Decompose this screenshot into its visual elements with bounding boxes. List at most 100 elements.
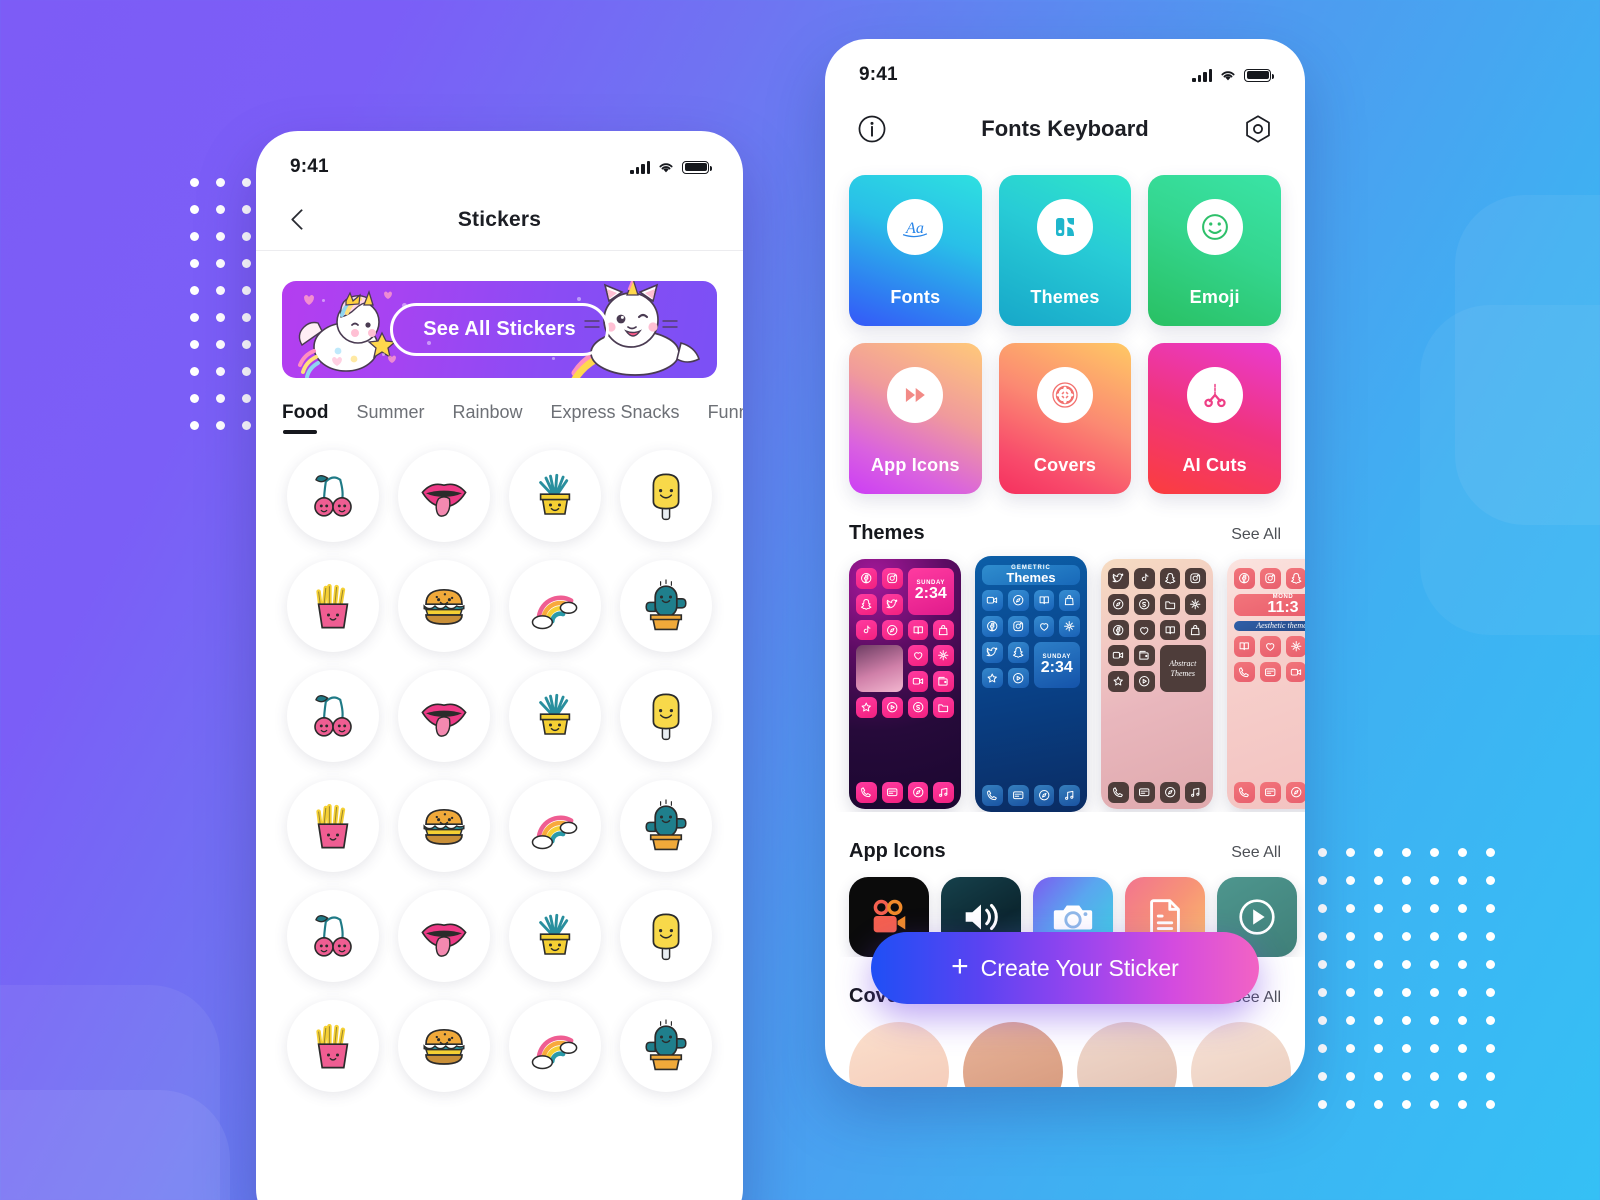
theme-app-icon: [1108, 593, 1129, 615]
cherries-sticker[interactable]: [287, 670, 380, 762]
tab-summer[interactable]: Summer: [356, 402, 424, 433]
tab-funny[interactable]: Funny: [708, 402, 743, 433]
settings-hexagon-icon[interactable]: [1241, 112, 1275, 146]
theme-app-icon: [1259, 661, 1281, 683]
theme-app-icon: [1185, 568, 1206, 589]
sticker-cell: [504, 890, 607, 982]
theme-app-icon: [881, 593, 903, 615]
rainbow-cloud-sticker[interactable]: [508, 1000, 601, 1092]
french-fries-sticker[interactable]: [287, 560, 380, 652]
dot: [1458, 848, 1467, 857]
dot: [216, 286, 225, 295]
theme-card-neon-pink-theme[interactable]: SUNDAY 2:34: [849, 559, 961, 809]
theme-app-icon: [1234, 635, 1255, 657]
status-time: 9:41: [859, 64, 898, 85]
popsicle-sticker[interactable]: [619, 890, 712, 982]
cherries-sticker[interactable]: [287, 890, 380, 982]
french-fries-sticker[interactable]: [287, 780, 380, 872]
sticker-cell: [282, 670, 385, 762]
succulent-plant-sticker[interactable]: [508, 890, 601, 982]
left-nav-bar: Stickers: [256, 189, 743, 251]
theme-app-icon: [856, 593, 877, 615]
themes-carousel[interactable]: SUNDAY 2:34 GEMETRIC Themes SUNDAY 2:34 Abstra…: [825, 545, 1305, 812]
feature-card-app-icons[interactable]: App Icons: [849, 343, 982, 494]
dot: [242, 178, 251, 187]
sticker-cell: [614, 890, 717, 982]
tab-food[interactable]: Food: [282, 402, 328, 434]
see-all-stickers-banner[interactable]: See All Stickers: [282, 281, 717, 378]
dot: [1402, 1044, 1411, 1053]
lips-tongue-sticker[interactable]: [398, 890, 491, 982]
burger-sticker[interactable]: [398, 780, 491, 872]
script-aa-icon: Aa: [887, 199, 944, 255]
theme-app-icon: [856, 619, 877, 641]
dot: [1374, 932, 1383, 941]
feature-card-label: App Icons: [870, 455, 960, 475]
cherries-sticker[interactable]: [287, 450, 380, 542]
cover-thumb[interactable]: [1191, 1022, 1291, 1087]
feature-card-emoji[interactable]: Emoji: [1148, 175, 1281, 326]
dot: [242, 286, 251, 295]
chevron-left-icon[interactable]: [284, 205, 314, 235]
theme-app-icon: [1007, 667, 1029, 689]
tab-rainbow[interactable]: Rainbow: [452, 402, 522, 433]
dot: [1318, 904, 1327, 913]
theme-card-abstract-beige-theme[interactable]: Abstract Themes: [1101, 559, 1213, 809]
dot: [1346, 1072, 1355, 1081]
plus-icon: +: [951, 949, 969, 983]
dot: [1346, 876, 1355, 885]
sticker-cell: [614, 560, 717, 652]
app-icons-section-header: App Icons See All: [825, 840, 1305, 863]
sticker-cell: [504, 450, 607, 542]
theme-app-icon: [907, 671, 929, 692]
create-your-sticker-button[interactable]: + Create Your Sticker: [871, 932, 1259, 1004]
popsicle-sticker[interactable]: [619, 450, 712, 542]
feature-card-label: Fonts: [890, 287, 941, 307]
sticker-cell: [393, 780, 496, 872]
succulent-plant-sticker[interactable]: [508, 450, 601, 542]
cactus-sticker[interactable]: [619, 780, 712, 872]
feature-card-ai-cuts[interactable]: AI Cuts: [1148, 343, 1281, 494]
app-icons-see-all-link[interactable]: See All: [1231, 844, 1281, 862]
cover-thumb[interactable]: [849, 1022, 949, 1087]
burger-sticker[interactable]: [398, 1000, 491, 1092]
burger-sticker[interactable]: [398, 560, 491, 652]
theme-app-icon: [982, 641, 1003, 663]
dot: [1346, 1016, 1355, 1025]
theme-app-icon: [881, 568, 903, 589]
french-fries-sticker[interactable]: [287, 1000, 380, 1092]
succulent-plant-sticker[interactable]: [508, 670, 601, 762]
theme-app-icon: [1007, 641, 1029, 663]
sticker-cell: [393, 890, 496, 982]
cactus-sticker[interactable]: [619, 1000, 712, 1092]
theme-card-geometric-blue-theme[interactable]: GEMETRIC Themes SUNDAY 2:34: [975, 556, 1087, 812]
feature-card-covers[interactable]: Covers: [998, 343, 1132, 494]
see-all-stickers-button[interactable]: See All Stickers: [390, 303, 609, 356]
feature-card-themes[interactable]: Themes: [998, 175, 1132, 326]
info-circle-icon[interactable]: [855, 112, 889, 146]
tab-express-snacks[interactable]: Express Snacks: [551, 402, 680, 433]
theme-dock-icon: [933, 782, 954, 803]
cellular-signal-icon: [630, 160, 650, 174]
feature-card-fonts[interactable]: Aa Fonts: [849, 175, 982, 326]
popsicle-sticker[interactable]: [619, 670, 712, 762]
lips-tongue-sticker[interactable]: [398, 670, 491, 762]
dot: [1402, 1072, 1411, 1081]
lips-tongue-sticker[interactable]: [398, 450, 491, 542]
theme-card-aesthetic-coral-theme[interactable]: MOND 11:3 Aesthetic themes: [1227, 559, 1305, 809]
theme-icon-grid: SUNDAY 2:34: [856, 568, 954, 718]
themes-see-all-link[interactable]: See All: [1231, 526, 1281, 544]
cover-thumb[interactable]: [1077, 1022, 1177, 1087]
rainbow-cloud-sticker[interactable]: [508, 560, 601, 652]
dot: [1318, 960, 1327, 969]
covers-carousel[interactable]: [825, 1008, 1305, 1087]
cover-thumb[interactable]: [963, 1022, 1063, 1087]
sticker-cell: [614, 780, 717, 872]
dot: [1430, 904, 1439, 913]
dot: [1318, 1100, 1327, 1109]
sticker-cell: [614, 670, 717, 762]
cactus-sticker[interactable]: [619, 560, 712, 652]
rainbow-cloud-sticker[interactable]: [508, 780, 601, 872]
theme-app-icon: [933, 645, 954, 666]
dot: [1486, 904, 1495, 913]
